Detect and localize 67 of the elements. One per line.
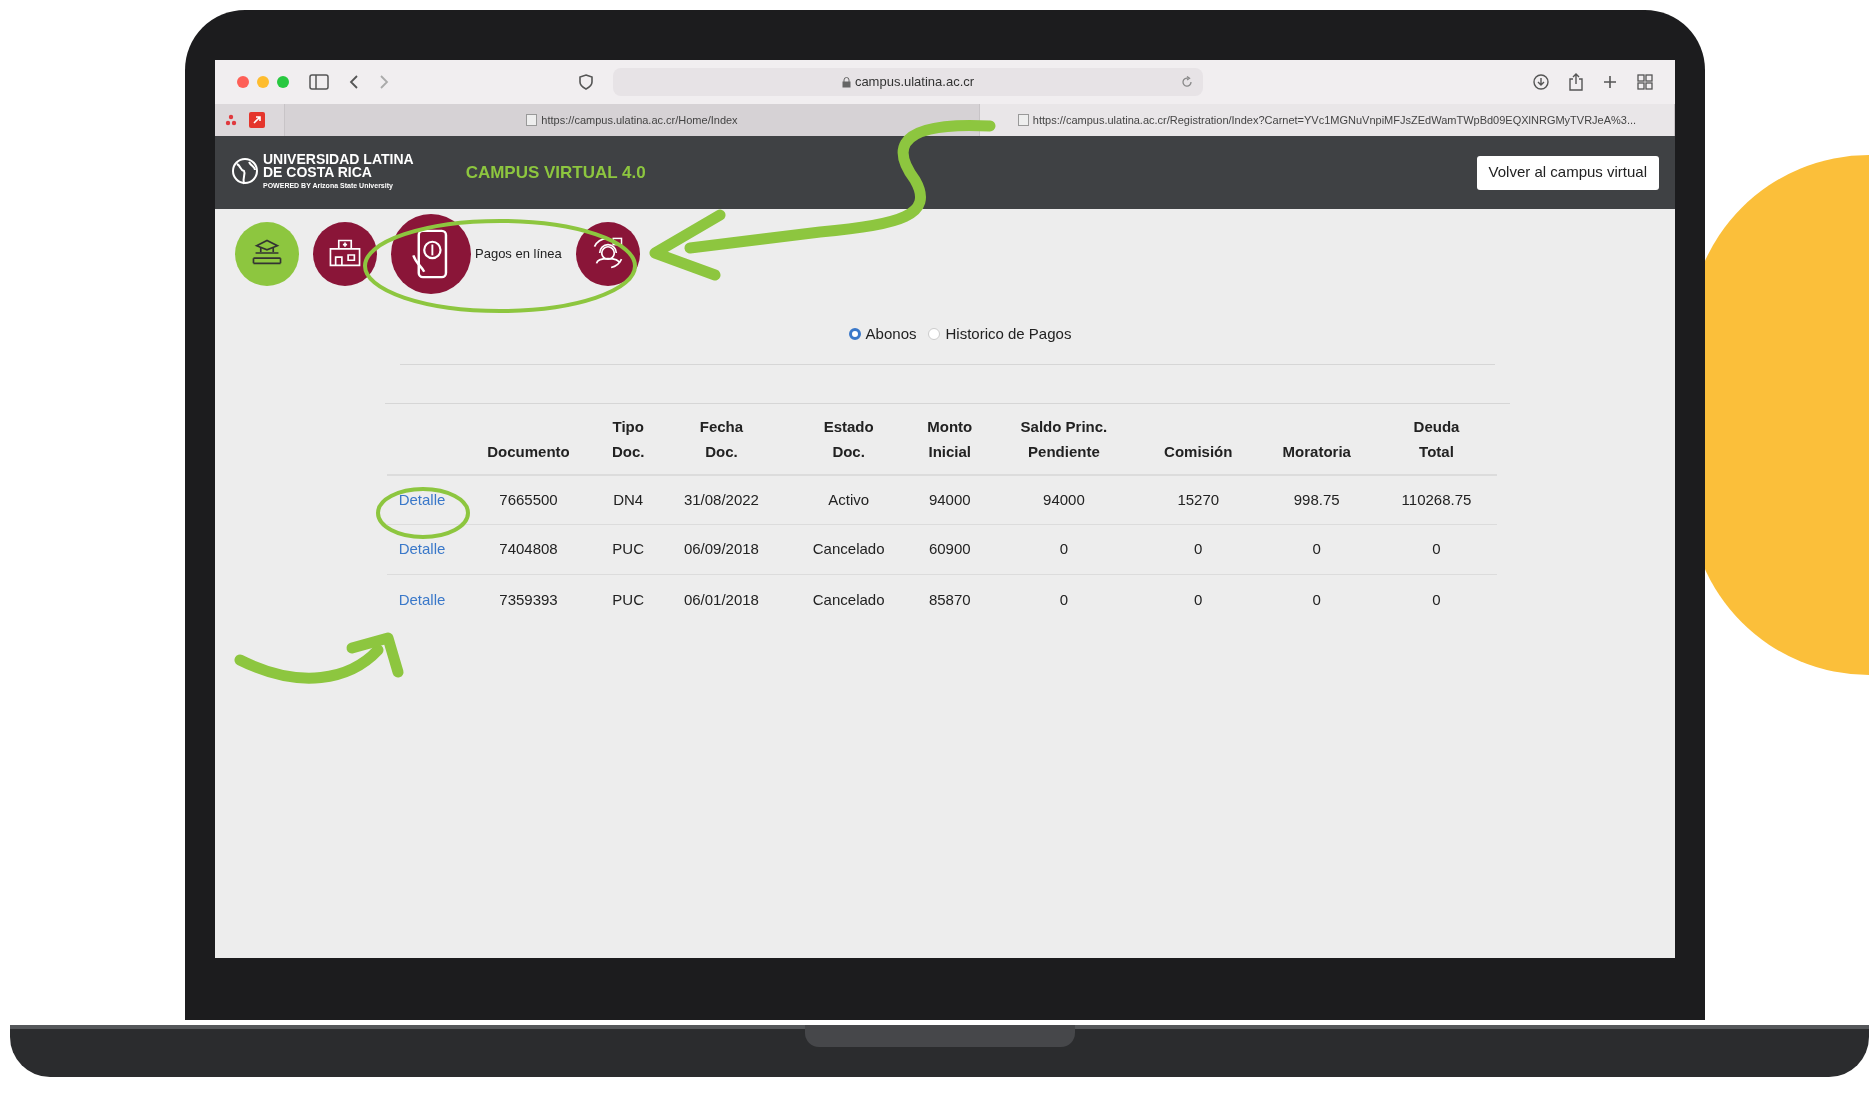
table-cell: 0 (1139, 524, 1258, 575)
browser-tab[interactable]: https://campus.ulatina.ac.cr/Registration/Index?Carnet=YVc1MGNuVnpiMFJsZEdWamTWpBd09EQXlNRGMyTVRJeA%3... (980, 104, 1675, 136)
detail-link[interactable]: Detalle (398, 590, 446, 608)
table-cell: 85870 (910, 574, 989, 625)
table-cell: 0 (1375, 574, 1497, 625)
column-header: Monto Inicial (910, 413, 989, 475)
radio-option[interactable]: Abonos (848, 323, 917, 346)
table-cell: 06/09/2018 (656, 524, 787, 575)
detail-link[interactable]: Detalle (398, 540, 446, 558)
table-cell: 94000 (988, 474, 1140, 525)
table-cell: 31/08/2022 (656, 474, 787, 525)
module-support-icon[interactable] (575, 222, 640, 286)
back-icon[interactable] (349, 74, 359, 90)
site-title: CAMPUS VIRTUAL 4.0 (465, 161, 646, 184)
radio-button[interactable] (928, 328, 941, 341)
table-cell: 06/01/2018 (656, 574, 787, 625)
logo-text: DE COSTA RICA (263, 166, 373, 179)
reload-icon[interactable] (1181, 76, 1193, 88)
tab-grid-icon[interactable] (1637, 74, 1653, 90)
radio-button[interactable] (848, 328, 861, 341)
column-header: Deuda Total (1375, 413, 1497, 475)
table-cell: 15270 (1139, 474, 1258, 525)
sidebar-icon[interactable] (309, 74, 329, 90)
table-cell: PUC (600, 574, 657, 625)
close-window-icon[interactable] (237, 76, 249, 88)
table-cell: 0 (1139, 574, 1258, 625)
share-icon[interactable] (1569, 73, 1583, 91)
page-icon (1017, 114, 1029, 126)
column-header: Tipo Doc. (600, 413, 657, 475)
module-label: Pagos en línea (475, 245, 562, 264)
table-cell: Cancelado (786, 524, 911, 575)
address-text: campus.ulatina.ac.cr (854, 73, 975, 92)
table-cell: 0 (1375, 524, 1497, 575)
browser-tab[interactable]: https://campus.ulatina.ac.cr/Home/Index (285, 104, 980, 136)
table-cell: 7665500 (457, 474, 600, 525)
table-cell: Cancelado (786, 574, 911, 625)
table-cell: 7404808 (457, 524, 600, 575)
table-cell: 60900 (910, 524, 989, 575)
lock-icon (841, 76, 851, 88)
table-cell: 110268.75 (1375, 474, 1497, 525)
table-cell: Activo (786, 474, 911, 525)
table-cell: 7359393 (457, 574, 600, 625)
cluster-icon[interactable] (225, 114, 237, 126)
logo-text: UNIVERSIDAD LATINA (263, 153, 414, 166)
column-header: Moratoria (1257, 413, 1376, 475)
column-header: Documento (457, 413, 600, 475)
back-to-campus-button[interactable]: Volver al campus virtual (1476, 155, 1659, 190)
radio-option[interactable]: Historico de Pagos (928, 323, 1072, 346)
table-cell: 998.75 (1257, 474, 1376, 525)
column-header: Fecha Doc. (656, 413, 787, 475)
plus-icon[interactable] (1603, 75, 1617, 89)
table-cell: 0 (988, 574, 1140, 625)
table-cell: 94000 (910, 474, 989, 525)
column-header: Saldo Princ. Pendiente (988, 413, 1140, 475)
column-header: Comisión (1139, 413, 1258, 475)
shield-icon[interactable] (579, 74, 593, 90)
app-icon[interactable] (249, 112, 265, 128)
table-cell: DN4 (600, 474, 657, 525)
table-cell: 0 (1257, 574, 1376, 625)
table-cell: PUC (600, 524, 657, 575)
download-icon[interactable] (1533, 74, 1549, 90)
address-bar[interactable]: campus.ulatina.ac.cr (613, 68, 1203, 96)
table-cell: 0 (1257, 524, 1376, 575)
detail-link[interactable]: Detalle (398, 490, 446, 508)
page-icon (526, 114, 538, 126)
column-header: Estado Doc. (786, 413, 911, 475)
table-cell: 0 (988, 524, 1140, 575)
